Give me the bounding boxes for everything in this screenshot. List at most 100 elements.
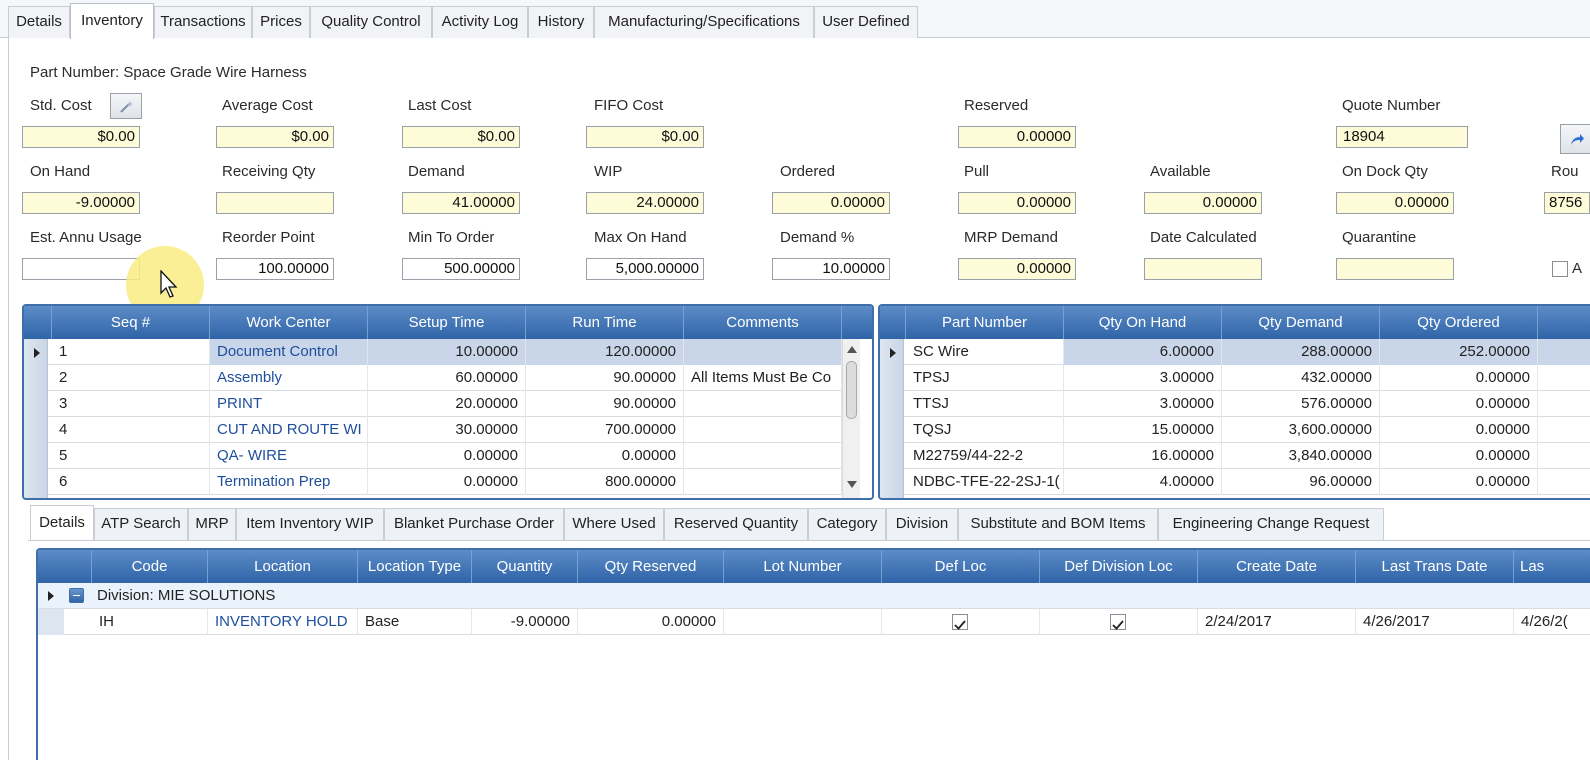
col-header-qty-on-hand[interactable]: Qty On Hand <box>1064 306 1222 339</box>
reserved-field[interactable]: 0.00000 <box>958 126 1076 148</box>
cell-work-center[interactable]: CUT AND ROUTE WI <box>210 417 368 443</box>
expand-arrow-icon[interactable] <box>47 591 55 601</box>
cell-qty-on-hand: 6.00000 <box>1064 339 1222 365</box>
subtab-engineering-change-request[interactable]: Engineering Change Request <box>1158 508 1384 540</box>
cell-work-center[interactable]: Document Control <box>210 339 368 365</box>
table-row[interactable]: TQSJ 15.00000 3,600.00000 0.00000 <box>904 417 1590 443</box>
col-header-create-date[interactable]: Create Date <box>1198 550 1356 583</box>
est-annu-usage-field[interactable] <box>22 258 140 280</box>
subtab-details[interactable]: Details <box>30 505 94 541</box>
cell-work-center[interactable]: QA- WIRE <box>210 443 368 469</box>
table-row[interactable]: TTSJ 3.00000 576.00000 0.00000 <box>904 391 1590 417</box>
subtab-substitute-and-bom-items[interactable]: Substitute and BOM Items <box>958 508 1158 540</box>
col-header-part-number[interactable]: Part Number <box>906 306 1064 339</box>
reorder-point-field[interactable]: 100.00000 <box>216 258 334 280</box>
cell-location[interactable]: INVENTORY HOLD <box>208 609 358 635</box>
collapse-icon[interactable] <box>69 588 84 603</box>
col-header-code[interactable]: Code <box>92 550 208 583</box>
pull-field[interactable]: 0.00000 <box>958 192 1076 214</box>
col-header-last-trans-date[interactable]: Last Trans Date <box>1356 550 1514 583</box>
col-header-def-loc[interactable]: Def Loc <box>882 550 1040 583</box>
quarantine-field[interactable] <box>1336 258 1454 280</box>
col-header-seq[interactable]: Seq # <box>52 306 210 339</box>
on-hand-field[interactable]: -9.00000 <box>22 192 140 214</box>
subtab-where-used[interactable]: Where Used <box>564 508 664 540</box>
std-cost-field[interactable]: $0.00 <box>22 126 140 148</box>
panel-border <box>8 38 9 760</box>
trailing-checkbox[interactable] <box>1552 261 1568 277</box>
tab-activity-log[interactable]: Activity Log <box>432 6 528 38</box>
route-field[interactable]: 8756 <box>1544 192 1590 214</box>
ordered-field[interactable]: 0.00000 <box>772 192 890 214</box>
subtab-atp-search[interactable]: ATP Search <box>94 508 188 540</box>
table-row[interactable]: 2 Assembly 60.00000 90.00000 All Items M… <box>48 365 842 391</box>
cell-def-division-loc[interactable] <box>1040 609 1198 635</box>
tab-transactions[interactable]: Transactions <box>154 6 252 38</box>
group-row[interactable]: Division: MIE SOLUTIONS <box>38 583 1590 609</box>
available-field[interactable]: 0.00000 <box>1144 192 1262 214</box>
date-calculated-field[interactable] <box>1144 258 1262 280</box>
col-header-last[interactable]: Las <box>1514 550 1590 583</box>
subtab-division[interactable]: Division <box>886 508 958 540</box>
receiving-qty-field[interactable] <box>216 192 334 214</box>
quote-link-button[interactable] <box>1560 124 1590 154</box>
subtab-blanket-purchase-order[interactable]: Blanket Purchase Order <box>384 508 564 540</box>
mrp-demand-field[interactable]: 0.00000 <box>958 258 1076 280</box>
tab-inventory[interactable]: Inventory <box>70 3 154 39</box>
cell-qty-on-hand: 4.00000 <box>1064 469 1222 495</box>
scroll-down-icon[interactable] <box>847 481 857 489</box>
max-on-hand-field[interactable]: 5,000.00000 <box>586 258 704 280</box>
average-cost-field[interactable]: $0.00 <box>216 126 334 148</box>
table-row[interactable]: 3 PRINT 20.00000 90.00000 <box>48 391 842 417</box>
quote-number-field[interactable]: 18904 <box>1336 126 1468 148</box>
cell-work-center[interactable]: PRINT <box>210 391 368 417</box>
col-header-comments[interactable]: Comments <box>684 306 842 339</box>
subtab-mrp[interactable]: MRP <box>188 508 236 540</box>
std-cost-lookup-button[interactable] <box>110 93 142 119</box>
table-row[interactable]: 6 Termination Prep 0.00000 800.00000 <box>48 469 842 495</box>
table-row[interactable]: IH INVENTORY HOLD Base -9.00000 0.00000 … <box>38 609 1590 635</box>
scroll-up-icon[interactable] <box>847 345 857 353</box>
col-header-qty-demand[interactable]: Qty Demand <box>1222 306 1380 339</box>
table-row[interactable]: 4 CUT AND ROUTE WI 30.00000 700.00000 <box>48 417 842 443</box>
tab-details[interactable]: Details <box>8 6 70 38</box>
last-cost-field[interactable]: $0.00 <box>402 126 520 148</box>
cell-def-loc[interactable] <box>882 609 1040 635</box>
fifo-cost-field[interactable]: $0.00 <box>586 126 704 148</box>
col-header-location-type[interactable]: Location Type <box>358 550 472 583</box>
subtab-item-inventory-wip[interactable]: Item Inventory WIP <box>236 508 384 540</box>
demand-pct-field[interactable]: 10.00000 <box>772 258 890 280</box>
col-header-qty-ordered[interactable]: Qty Ordered <box>1380 306 1538 339</box>
on-dock-qty-field[interactable]: 0.00000 <box>1336 192 1454 214</box>
table-row[interactable]: SC Wire 6.00000 288.00000 252.00000 <box>904 339 1590 365</box>
routing-scrollbar[interactable] <box>842 339 860 498</box>
wip-field[interactable]: 24.00000 <box>586 192 704 214</box>
tab-quality-control[interactable]: Quality Control <box>310 6 432 38</box>
table-row[interactable]: 5 QA- WIRE 0.00000 0.00000 <box>48 443 842 469</box>
table-row[interactable]: TPSJ 3.00000 432.00000 0.00000 <box>904 365 1590 391</box>
col-header-work-center[interactable]: Work Center <box>210 306 368 339</box>
col-header-quantity[interactable]: Quantity <box>472 550 578 583</box>
min-to-order-field[interactable]: 500.00000 <box>402 258 520 280</box>
def-loc-checkbox[interactable] <box>952 614 968 630</box>
table-row[interactable]: NDBC-TFE-22-2SJ-1( 4.00000 96.00000 0.00… <box>904 469 1590 495</box>
col-header-setup-time[interactable]: Setup Time <box>368 306 526 339</box>
col-header-qty-reserved[interactable]: Qty Reserved <box>578 550 724 583</box>
subtab-reserved-quantity[interactable]: Reserved Quantity <box>664 508 808 540</box>
tab-user-defined[interactable]: User Defined <box>814 6 918 38</box>
col-header-def-division-loc[interactable]: Def Division Loc <box>1040 550 1198 583</box>
demand-field[interactable]: 41.00000 <box>402 192 520 214</box>
subtab-category[interactable]: Category <box>808 508 886 540</box>
cell-work-center[interactable]: Termination Prep <box>210 469 368 495</box>
tab-history[interactable]: History <box>528 6 594 38</box>
routing-scroll-thumb[interactable] <box>846 361 857 419</box>
col-header-location[interactable]: Location <box>208 550 358 583</box>
table-row[interactable]: M22759/44-22-2 16.00000 3,840.00000 0.00… <box>904 443 1590 469</box>
def-division-loc-checkbox[interactable] <box>1110 614 1126 630</box>
col-header-lot-number[interactable]: Lot Number <box>724 550 882 583</box>
col-header-run-time[interactable]: Run Time <box>526 306 684 339</box>
tab-manufacturing-specifications[interactable]: Manufacturing/Specifications <box>594 6 814 38</box>
tab-prices[interactable]: Prices <box>252 6 310 38</box>
cell-work-center[interactable]: Assembly <box>210 365 368 391</box>
table-row[interactable]: 1 Document Control 10.00000 120.00000 <box>48 339 842 365</box>
